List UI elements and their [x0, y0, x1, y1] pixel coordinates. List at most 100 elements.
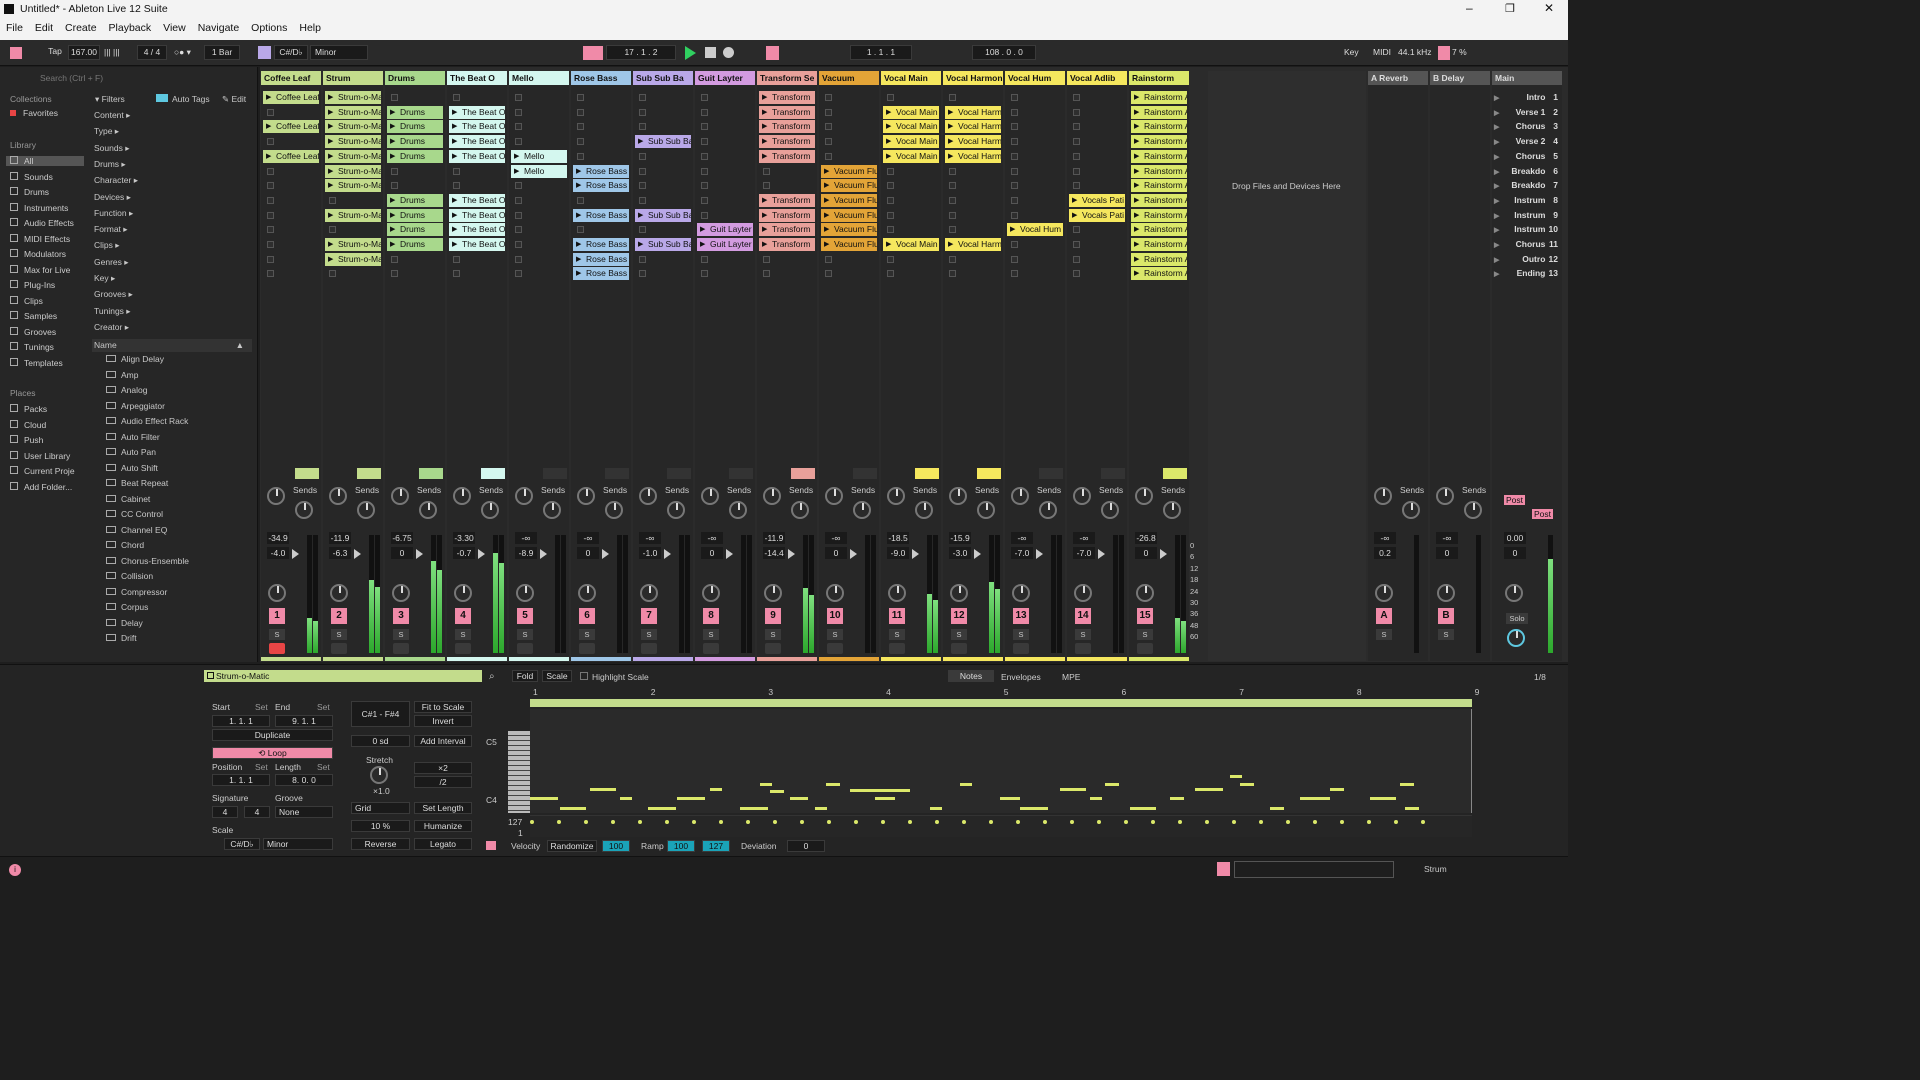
filter-creator[interactable]: Creator ▸	[94, 322, 129, 333]
clip-slot-filled[interactable]: Strum-o-Matic	[325, 179, 381, 193]
clip-stop-bar[interactable]	[1039, 468, 1063, 479]
track-header[interactable]: Rose Bass	[571, 71, 631, 85]
tap-button[interactable]: Tap	[44, 45, 66, 60]
clip-slot-empty[interactable]	[391, 167, 398, 175]
solo-button[interactable]: S	[455, 629, 471, 640]
clip-slot-empty[interactable]	[639, 123, 646, 131]
browser-item[interactable]: Drift	[106, 633, 137, 643]
browser-item[interactable]: Auto Shift	[106, 463, 158, 473]
send-b-knob[interactable]	[1464, 501, 1482, 519]
clip-slot-filled[interactable]: Mello	[511, 149, 567, 163]
clip-slot-filled[interactable]: Mello	[511, 164, 567, 178]
clip-slot-filled[interactable]: Rainstorm Auto	[1131, 91, 1187, 104]
filter-genres[interactable]: Genres ▸	[94, 257, 129, 268]
volume-value[interactable]: -∞	[1073, 532, 1095, 544]
midi-note[interactable]	[960, 783, 972, 786]
midi-note[interactable]	[815, 807, 827, 810]
velocity-marker[interactable]	[1178, 820, 1182, 824]
signature-field[interactable]: 4 / 4	[137, 45, 167, 60]
clip-slot-filled[interactable]: Rainstorm Auto	[1131, 120, 1187, 134]
clip-slot-empty[interactable]	[1073, 94, 1080, 101]
clip-slot-filled[interactable]: Vacuum Flu	[821, 208, 877, 222]
pan-knob[interactable]	[1375, 584, 1393, 602]
scale-mode-icon[interactable]	[258, 46, 271, 59]
clip-slot-filled[interactable]: Vacuum Flu	[821, 223, 877, 237]
clip-slot-filled[interactable]: Strum-o-Matic	[325, 149, 381, 163]
track-activator-button[interactable]: 14	[1075, 608, 1091, 624]
send-b-knob[interactable]	[605, 501, 623, 519]
arm-button[interactable]	[1013, 643, 1029, 654]
track-activator-button[interactable]: 5	[517, 608, 533, 624]
clip-slot-empty[interactable]	[1073, 123, 1080, 131]
pan-value[interactable]: -9.0	[887, 547, 909, 559]
clip-slot-empty[interactable]	[639, 226, 646, 234]
clip-slot-empty[interactable]	[577, 94, 584, 101]
midi-note[interactable]	[1195, 788, 1223, 791]
loop-button[interactable]: ⟲ Loop	[212, 747, 333, 759]
clip-slot-filled[interactable]: Drums	[387, 208, 443, 222]
clip-slot-filled[interactable]: Vocal Main	[883, 105, 939, 119]
pan-knob[interactable]	[764, 584, 782, 602]
scene-launch[interactable]: ▶ Verse 12	[1494, 106, 1560, 119]
velocity-marker[interactable]	[1367, 820, 1371, 824]
send-b-knob[interactable]	[419, 501, 437, 519]
clip-slot-empty[interactable]	[763, 167, 770, 175]
track-activator-button[interactable]: 7	[641, 608, 657, 624]
pan-value[interactable]: 0	[577, 547, 599, 559]
clip-stop-bar[interactable]	[1101, 468, 1125, 479]
clip-slot-empty[interactable]	[329, 226, 336, 234]
track-activator-button[interactable]: 11	[889, 608, 905, 624]
end-set-button[interactable]: Set	[317, 702, 330, 712]
clip-stop-bar[interactable]	[295, 468, 319, 479]
end-field[interactable]: 9. 1. 1	[275, 715, 333, 727]
browser-item[interactable]: Chorus-Ensemble	[106, 556, 189, 566]
clip-slot-empty[interactable]	[391, 182, 398, 190]
pan-knob[interactable]	[578, 584, 596, 602]
velocity-marker[interactable]	[1259, 820, 1263, 824]
fold-button[interactable]: Fold	[512, 670, 538, 682]
clip-slot-filled[interactable]: Sub Sub Bass	[635, 135, 691, 149]
volume-value[interactable]: -∞	[1436, 532, 1458, 544]
grid-select[interactable]: Grid	[351, 802, 410, 814]
post-button[interactable]: Post	[1504, 495, 1526, 505]
clip-stop-bar[interactable]	[357, 468, 381, 479]
clip-slot-filled[interactable]: Guit Layter	[697, 238, 753, 251]
midi-note[interactable]	[1270, 807, 1284, 810]
clip-slot-empty[interactable]	[825, 123, 832, 131]
send-a-knob[interactable]	[329, 487, 347, 505]
solo-button[interactable]: S	[517, 629, 533, 640]
clip-slot-filled[interactable]: Rainstorm Auto	[1131, 238, 1187, 251]
clip-slot-filled[interactable]: The Beat Of	[449, 193, 505, 207]
zoom-icon[interactable]: ⌕	[489, 671, 495, 682]
clip-slot-empty[interactable]	[1011, 182, 1018, 190]
browser-item[interactable]: Beat Repeat	[106, 478, 168, 488]
clip-slot-filled[interactable]: Strum-o-Matic	[325, 164, 381, 178]
solo-button[interactable]: S	[393, 629, 409, 640]
length-set-button[interactable]: Set	[317, 762, 330, 772]
track-activator-button[interactable]: 15	[1137, 608, 1153, 624]
cue-volume-knob[interactable]	[1507, 629, 1525, 647]
volume-fader-icon[interactable]	[1160, 549, 1167, 559]
clip-slot-filled[interactable]: Rainstorm Auto	[1131, 267, 1187, 281]
place-item-current-proje[interactable]: Current Proje	[10, 466, 75, 476]
track-activator-button[interactable]: 8	[703, 608, 719, 624]
send-b-knob[interactable]	[791, 501, 809, 519]
scene-launch[interactable]: ▶ Chorus 11	[1494, 238, 1560, 251]
velocity-marker[interactable]	[1043, 820, 1047, 824]
track-header[interactable]: Transform Se	[757, 71, 817, 85]
clip-slot-filled[interactable]: Vocal Harm	[945, 238, 1001, 251]
scene-launch[interactable]: ▶ Outro 12	[1494, 253, 1560, 266]
clip-slot-empty[interactable]	[1073, 255, 1080, 263]
library-item-drums[interactable]: Drums	[10, 187, 49, 197]
clip-slot-filled[interactable]: Vocals Pati	[1069, 193, 1125, 207]
velocity-marker[interactable]	[1286, 820, 1290, 824]
return-activator-button[interactable]: A	[1376, 608, 1392, 624]
clip-slot-filled[interactable]: Rainstorm Auto	[1131, 164, 1187, 178]
send-b-knob[interactable]	[915, 501, 933, 519]
ramp-start[interactable]: 100	[667, 840, 695, 852]
clip-slot-filled[interactable]: Vocal Main	[883, 238, 939, 251]
solo-cue-button[interactable]: Solo	[1506, 613, 1528, 624]
record-icon[interactable]	[723, 47, 734, 58]
send-b-knob[interactable]	[1163, 501, 1181, 519]
browser-item[interactable]: Corpus	[106, 602, 148, 612]
